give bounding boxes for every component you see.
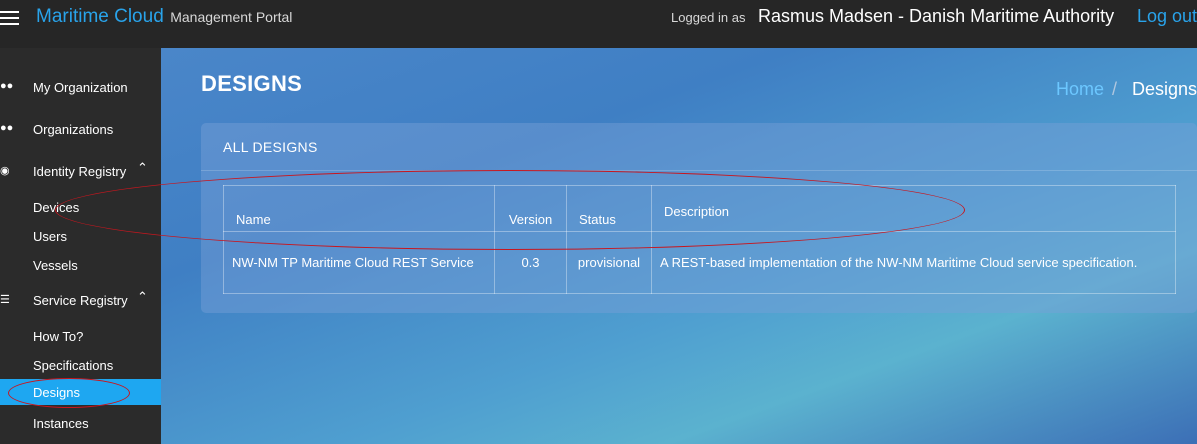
sidebar-item-instances[interactable]: Instances	[0, 410, 161, 436]
layers-icon: ☰	[0, 294, 10, 306]
menu-icon[interactable]	[0, 9, 20, 27]
sidebar-item-label: Organizations	[33, 122, 114, 137]
logged-in-label: Logged in as	[671, 10, 746, 25]
breadcrumb-current: Designs	[1132, 79, 1197, 99]
sidebar-item-label: Users	[33, 229, 67, 244]
breadcrumb-separator: /	[1112, 79, 1118, 99]
top-bar: Maritime Cloud Management Portal Logged …	[0, 0, 1197, 48]
chevron-up-icon: ⌃	[137, 160, 148, 175]
sidebar: ●● My Organization ●● Organizations ◉ Id…	[0, 48, 161, 444]
column-header-description[interactable]: Description	[651, 185, 1176, 232]
designs-table: Name Version Status Description NW-NM TP…	[223, 185, 1176, 294]
user-name: Rasmus Madsen - Danish Maritime Authorit…	[758, 6, 1115, 26]
org-icon: ●●	[0, 80, 14, 92]
column-header-status[interactable]: Status	[566, 185, 652, 232]
design-name[interactable]: NW-NM TP Maritime Cloud REST Service	[223, 231, 495, 294]
sidebar-item-my-organization[interactable]: ●● My Organization	[0, 74, 161, 104]
sidebar-item-label: How To?	[33, 329, 84, 344]
sidebar-item-label: Instances	[33, 416, 89, 431]
design-version: 0.3	[494, 231, 567, 294]
sidebar-item-users[interactable]: Users	[0, 223, 161, 249]
breadcrumb-home-link[interactable]: Home	[1056, 79, 1104, 100]
sidebar-item-label: Designs	[33, 385, 80, 400]
sidebar-item-how-to[interactable]: How To?	[0, 323, 161, 349]
chevron-up-icon: ⌃	[137, 289, 148, 304]
design-description: A REST-based implementation of the NW-NM…	[651, 231, 1176, 294]
sidebar-item-label: Service Registry	[33, 293, 128, 308]
column-header-version[interactable]: Version	[494, 185, 567, 232]
main-content: DESIGNS Home / Designs ALL DESIGNS Name …	[161, 48, 1197, 444]
page-title: DESIGNS	[201, 71, 303, 96]
sidebar-item-designs[interactable]: Designs	[0, 379, 161, 405]
sidebar-item-identity-registry[interactable]: ◉ Identity Registry ⌃	[0, 158, 161, 188]
sidebar-item-label: Devices	[33, 200, 80, 215]
panel-header: ALL DESIGNS	[201, 123, 1197, 171]
column-header-name[interactable]: Name	[223, 185, 495, 232]
identity-icon: ◉	[0, 165, 10, 177]
sidebar-item-label: My Organization	[33, 80, 128, 95]
logout-link[interactable]: Log out	[1137, 6, 1197, 27]
sidebar-item-organizations[interactable]: ●● Organizations	[0, 116, 161, 146]
sidebar-item-devices[interactable]: Devices	[0, 194, 161, 220]
panel-title: ALL DESIGNS	[223, 139, 318, 155]
brand[interactable]: Maritime Cloud Management Portal	[36, 6, 292, 28]
table-row[interactable]: NW-NM TP Maritime Cloud REST Service 0.3…	[223, 231, 1176, 294]
sidebar-item-vessels[interactable]: Vessels	[0, 252, 161, 278]
table-header-row: Name Version Status Description	[223, 185, 1176, 232]
sidebar-item-label: Vessels	[33, 258, 78, 273]
orgs-icon: ●●	[0, 122, 14, 134]
sidebar-item-service-registry[interactable]: ☰ Service Registry ⌃	[0, 287, 161, 317]
design-status: provisional	[566, 231, 652, 294]
sidebar-item-label: Identity Registry	[33, 164, 127, 179]
sidebar-item-specifications[interactable]: Specifications	[0, 352, 161, 378]
sidebar-item-label: Specifications	[33, 358, 114, 373]
brand-subtitle: Management Portal	[170, 9, 293, 25]
designs-panel: ALL DESIGNS Name Version Status Descript…	[201, 123, 1197, 313]
brand-title: Maritime Cloud	[36, 6, 164, 27]
